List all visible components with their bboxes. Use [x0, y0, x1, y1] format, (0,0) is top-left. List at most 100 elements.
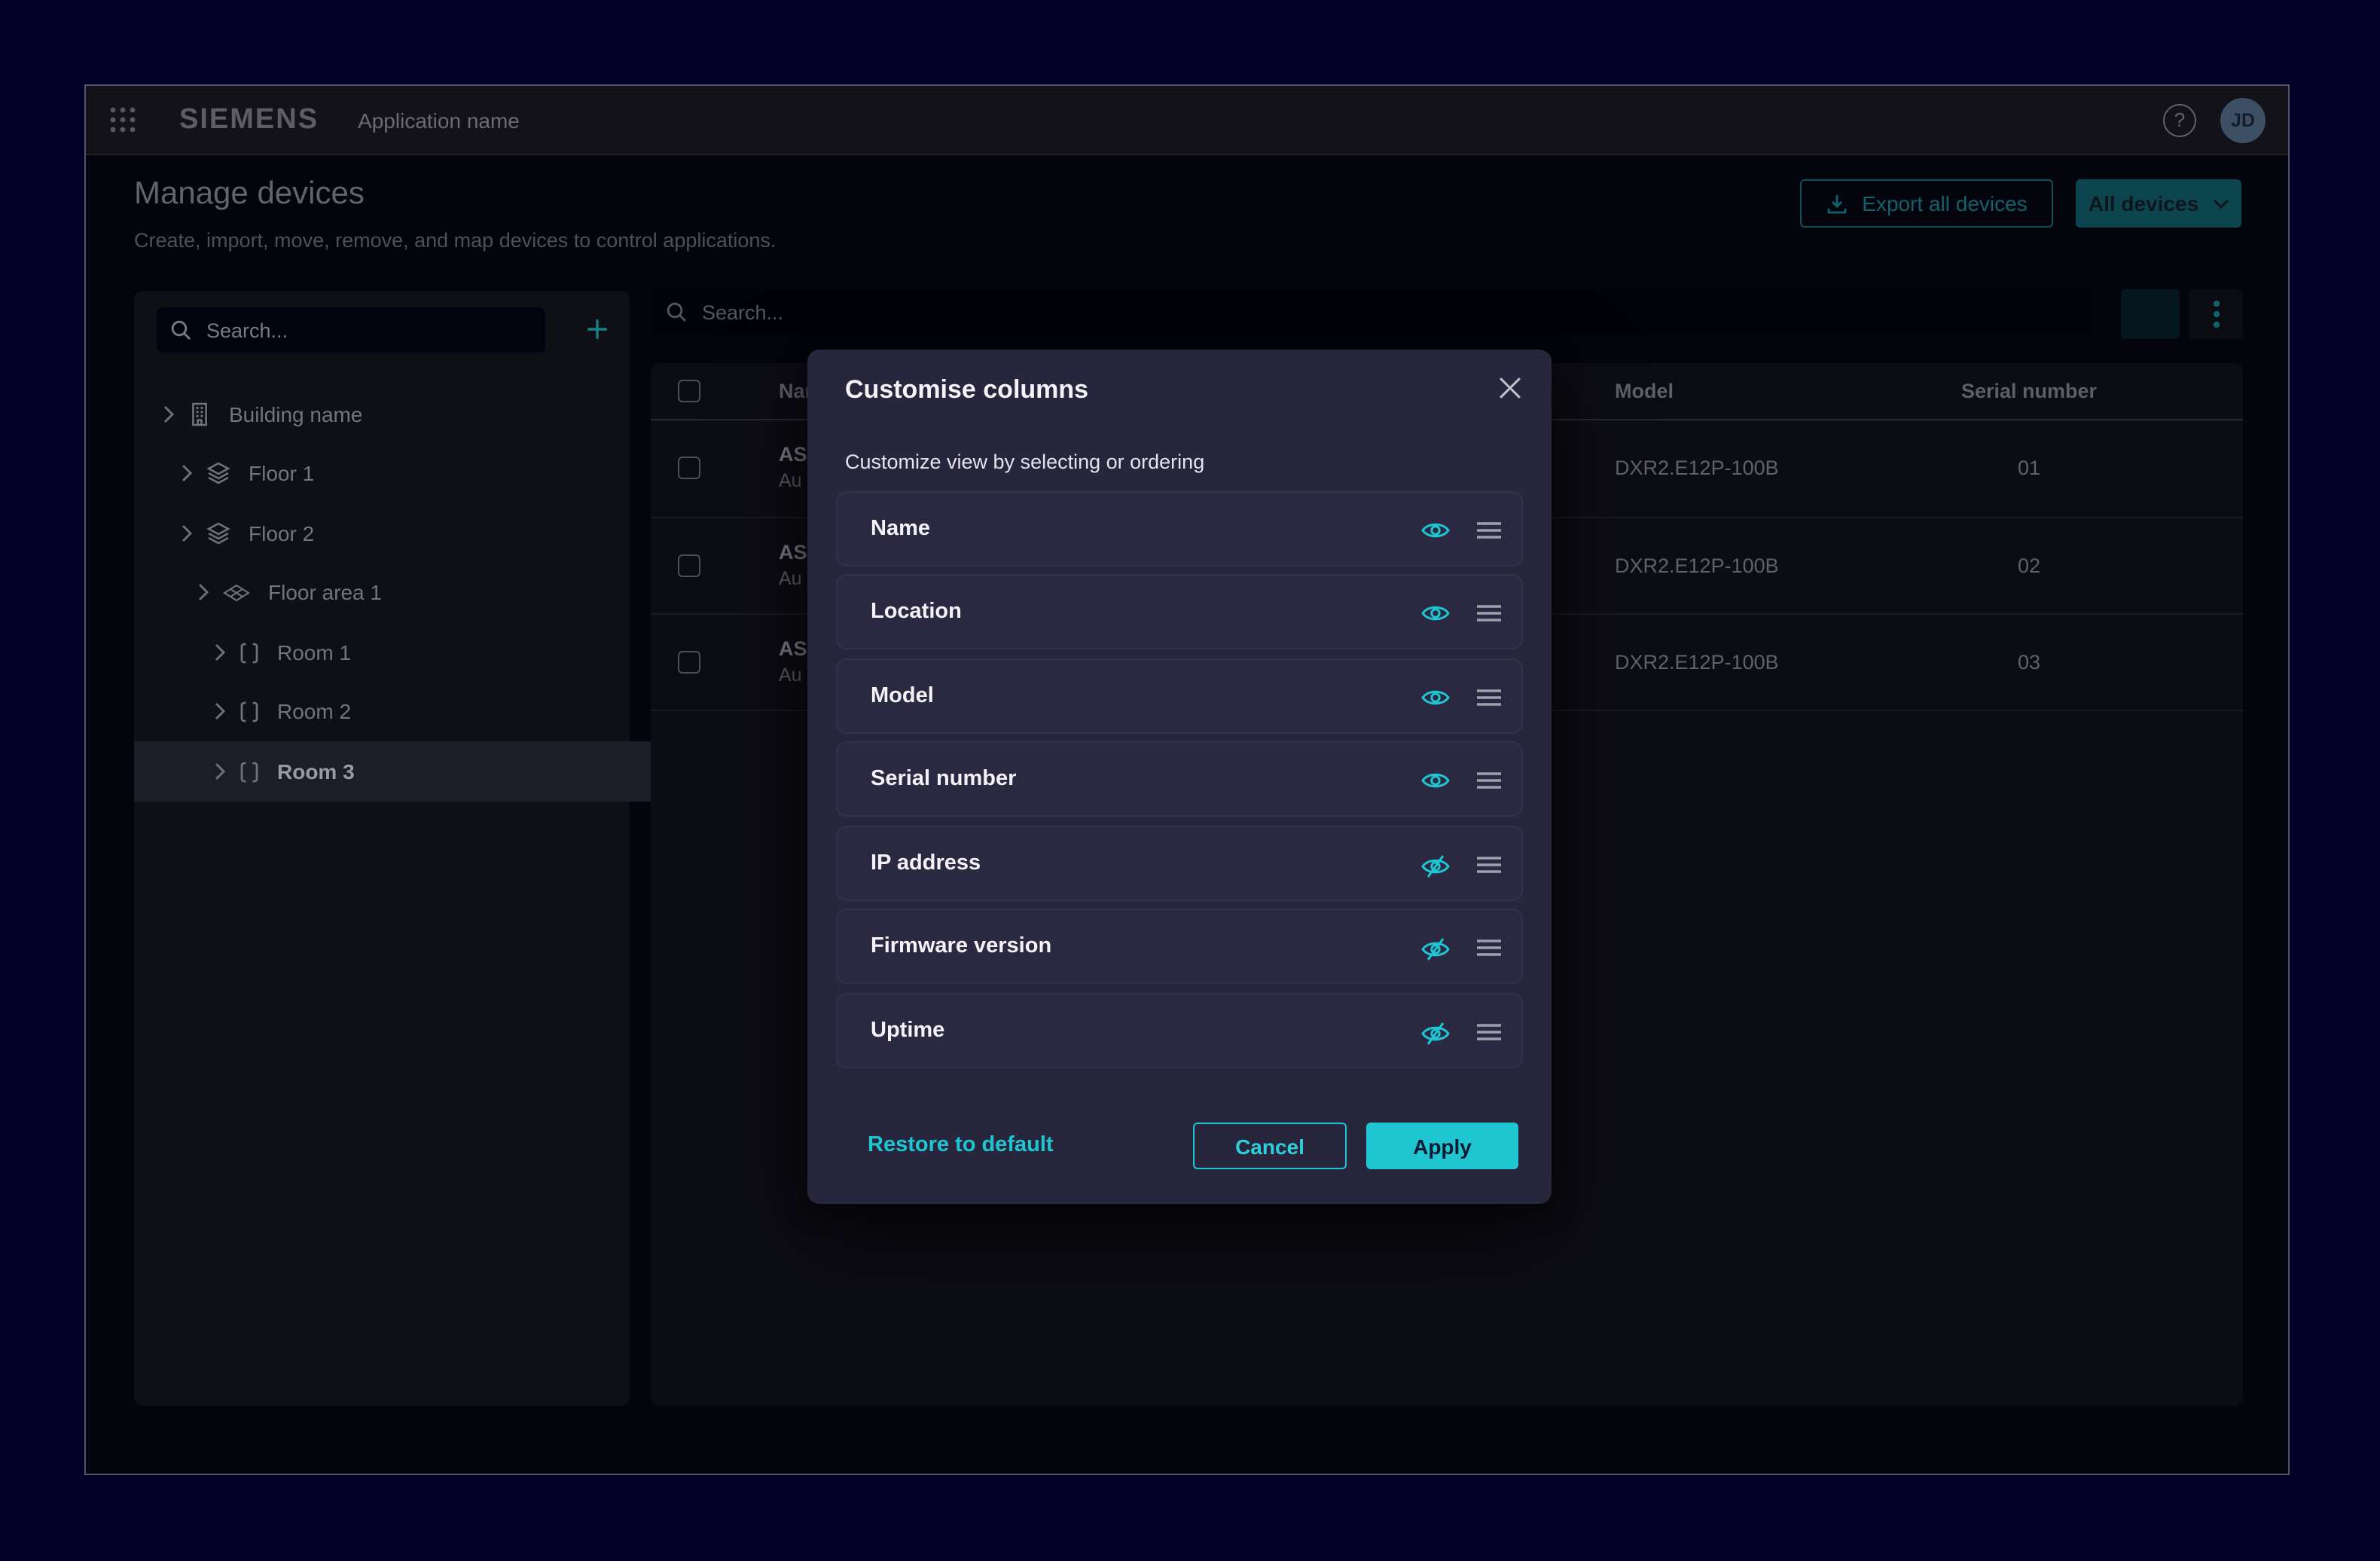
column-item-name[interactable]: Name [836, 491, 1523, 567]
row-checkbox[interactable] [678, 651, 700, 674]
export-label: Export all devices [1862, 191, 2027, 215]
floor-icon [206, 461, 230, 485]
building-icon [188, 402, 211, 426]
column-item-ip-address[interactable]: IP address [836, 826, 1523, 901]
room-icon [240, 700, 259, 722]
avatar[interactable]: JD [2220, 97, 2266, 142]
dialog-title: Customise columns [845, 375, 1088, 405]
more-actions-button[interactable] [2189, 289, 2243, 339]
device-model: DXR2.E12P-100B [1615, 651, 1779, 674]
tree-item-label: Building name [229, 402, 362, 426]
device-model: DXR2.E12P-100B [1615, 457, 1779, 479]
tree-item-floor-area-1[interactable]: Floor area 1 [134, 562, 693, 622]
column-header-model[interactable]: Model [1615, 380, 1674, 402]
view-options-button[interactable] [2121, 289, 2180, 339]
tree-item-room-2[interactable]: Room 2 [134, 681, 709, 741]
device-serial: 01 [1946, 457, 2112, 479]
top-bar: SIEMENS Application name ? JD [86, 86, 2288, 155]
tree-item-room-3[interactable]: Room 3 [134, 741, 709, 802]
visibility-toggle[interactable] [1420, 603, 1451, 624]
close-icon[interactable] [1499, 377, 1521, 399]
column-item-label: Serial number [871, 767, 1016, 791]
apply-button[interactable]: Apply [1366, 1123, 1518, 1169]
all-devices-dropdown[interactable]: All devices [2076, 179, 2241, 228]
visibility-toggle[interactable] [1420, 770, 1451, 791]
device-search[interactable] [651, 289, 2091, 334]
drag-handle-icon[interactable] [1476, 771, 1502, 790]
tree-item-building-name[interactable]: Building name [134, 384, 658, 444]
cancel-button[interactable]: Cancel [1193, 1123, 1347, 1169]
tree-item-label: Room 1 [277, 640, 351, 664]
device-name-sub: Au [779, 568, 802, 589]
device-search-input[interactable] [699, 299, 2076, 325]
tree-search-input[interactable] [203, 317, 532, 343]
tree-search[interactable] [157, 307, 545, 353]
chevron-right-icon[interactable] [181, 524, 193, 542]
search-icon [170, 319, 191, 341]
column-item-label: Name [871, 517, 930, 541]
chevron-right-icon[interactable] [181, 464, 193, 482]
visibility-toggle[interactable] [1420, 520, 1451, 541]
drag-handle-icon[interactable] [1476, 604, 1502, 622]
column-item-label: Location [871, 600, 962, 624]
export-all-devices-button[interactable]: Export all devices [1800, 179, 2053, 228]
tree-item-floor-2[interactable]: Floor 2 [134, 503, 676, 564]
restore-to-default-link[interactable]: Restore to default [868, 1133, 1054, 1157]
device-name: AS [779, 637, 807, 660]
chevron-down-icon [2212, 198, 2229, 209]
tree-item-label: Room 2 [277, 699, 351, 723]
device-name: AS [779, 541, 807, 564]
add-node-button[interactable] [584, 316, 610, 342]
visibility-toggle[interactable] [1420, 687, 1451, 708]
column-item-label: Model [871, 684, 934, 708]
room-icon [240, 760, 259, 783]
application-name: Application name [358, 108, 520, 132]
chevron-right-icon[interactable] [197, 583, 209, 601]
row-checkbox[interactable] [678, 457, 700, 479]
device-serial: 02 [1946, 554, 2112, 577]
column-item-serial-number[interactable]: Serial number [836, 741, 1523, 817]
drag-handle-icon[interactable] [1476, 939, 1502, 957]
column-item-uptime[interactable]: Uptime [836, 993, 1523, 1068]
device-name: AS [779, 443, 807, 466]
scope-label: All devices [2089, 191, 2198, 215]
device-name-sub: Au [779, 470, 802, 491]
chevron-right-icon[interactable] [214, 762, 226, 780]
device-serial: 03 [1946, 651, 2112, 674]
tree-item-label: Floor area 1 [268, 580, 382, 604]
drag-handle-icon[interactable] [1476, 521, 1502, 539]
chevron-right-icon[interactable] [214, 643, 226, 661]
page-title: Manage devices [134, 176, 365, 212]
visibility-toggle[interactable] [1420, 854, 1451, 878]
column-item-location[interactable]: Location [836, 574, 1523, 649]
drag-handle-icon[interactable] [1476, 689, 1502, 707]
column-item-label: Uptime [871, 1019, 944, 1043]
column-header-serial-number[interactable]: Serial number [1946, 380, 2112, 402]
desktop: SIEMENS Application name ? JD Manage dev… [0, 0, 2380, 1561]
kebab-menu-icon [2212, 300, 2220, 328]
help-icon[interactable]: ? [2163, 103, 2196, 136]
visibility-toggle[interactable] [1420, 1022, 1451, 1046]
row-checkbox[interactable] [678, 554, 700, 577]
column-item-model[interactable]: Model [836, 658, 1523, 734]
room-icon [240, 641, 259, 664]
app-launcher-icon[interactable] [108, 105, 137, 134]
drag-handle-icon[interactable] [1476, 856, 1502, 874]
tree-item-room-1[interactable]: Room 1 [134, 622, 709, 683]
customise-columns-dialog: Customise columns Customize view by sele… [807, 350, 1552, 1204]
chevron-right-icon[interactable] [214, 702, 226, 720]
floor-area-icon [223, 582, 250, 602]
page-subtitle: Create, import, move, remove, and map de… [134, 229, 776, 252]
tree-item-label: Room 3 [277, 759, 355, 784]
chevron-right-icon[interactable] [163, 405, 175, 423]
download-icon [1826, 192, 1848, 215]
location-tree-panel: Building name Floor 1 Floor 2 Floor area… [134, 291, 630, 1406]
drag-handle-icon[interactable] [1476, 1023, 1502, 1041]
dialog-subtitle: Customize view by selecting or ordering [845, 451, 1204, 473]
select-all-checkbox[interactable] [678, 380, 700, 402]
tree-item-floor-1[interactable]: Floor 1 [134, 443, 676, 503]
device-model: DXR2.E12P-100B [1615, 554, 1779, 577]
tree-item-label: Floor 1 [249, 461, 314, 485]
visibility-toggle[interactable] [1420, 937, 1451, 961]
column-item-firmware-version[interactable]: Firmware version [836, 909, 1523, 984]
